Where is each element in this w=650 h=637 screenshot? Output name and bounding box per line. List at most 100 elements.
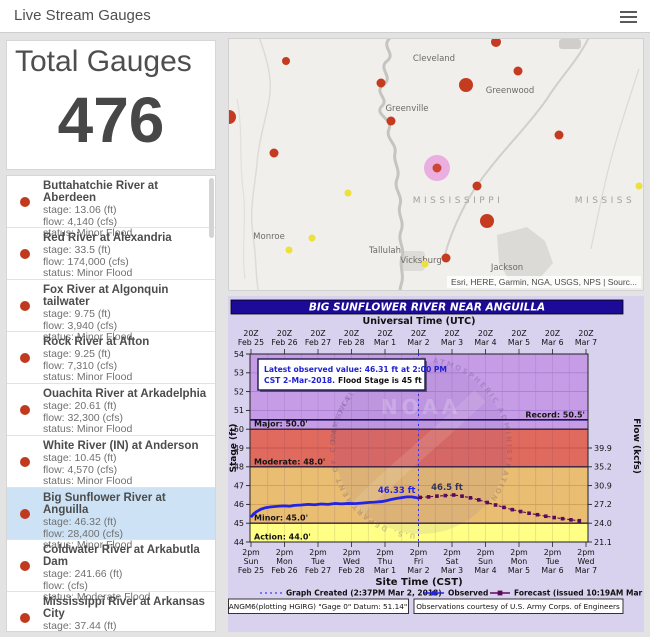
svg-text:Mar 7: Mar 7 [575, 338, 597, 347]
svg-text:Mar 6: Mar 6 [541, 566, 563, 575]
svg-text:20Z: 20Z [377, 329, 392, 338]
svg-text:Feb 25: Feb 25 [238, 338, 264, 347]
gauge-map-dot[interactable] [286, 247, 293, 254]
gauge-detail: stage: 46.32 (ft) [43, 517, 209, 529]
svg-text:20Z: 20Z [243, 329, 258, 338]
svg-text:2pm: 2pm [410, 548, 428, 557]
gauge-detail: stage: 9.25 (ft) [43, 349, 209, 361]
gauge-name: Big Sunflower River at Anguilla [43, 492, 209, 516]
state-label: MISSISSIPPI [413, 196, 504, 206]
basemap[interactable]: MISSISSIPPIMISSISSClevelandGreenwoodGree… [229, 39, 644, 291]
svg-text:53: 53 [234, 369, 244, 378]
svg-text:Mar 2: Mar 2 [407, 566, 429, 575]
svg-text:2pm: 2pm [443, 548, 461, 557]
city-label: Jackson [490, 263, 523, 273]
svg-text:46: 46 [234, 500, 244, 509]
svg-text:Sat: Sat [446, 557, 459, 566]
selected-gauge-dot[interactable] [433, 164, 442, 173]
svg-text:21.1: 21.1 [594, 538, 612, 547]
svg-text:51: 51 [234, 406, 244, 415]
point-label: 46.5 ft [431, 483, 463, 493]
gauge-map-dot[interactable] [270, 149, 279, 158]
svg-text:Feb 27: Feb 27 [305, 566, 331, 575]
hydrograph-chart: BIG SUNFLOWER RIVER NEAR ANGUILLAUnivers… [228, 296, 644, 632]
gauge-list: Buttahatchie River at Aberdeenstage: 13.… [6, 175, 216, 632]
map-panel[interactable]: MISSISSIPPIMISSISSClevelandGreenwoodGree… [228, 38, 644, 291]
app-header: Live Stream Gauges [0, 0, 650, 33]
gauge-status-dot [20, 249, 30, 259]
gauge-detail: stage: 33.5 (ft) [43, 245, 209, 257]
gauge-detail: stage: 10.45 (ft) [43, 453, 209, 465]
total-gauges-value: 476 [7, 83, 215, 157]
gauge-map-dot[interactable] [473, 182, 482, 191]
svg-text:2pm: 2pm [577, 548, 595, 557]
gauge-detail: stage: 241.66 (ft) [43, 569, 209, 581]
gauge-list-item[interactable]: White River (IN) at Andersonstage: 10.45… [7, 436, 215, 488]
gauge-map-dot[interactable] [345, 190, 352, 197]
svg-text:45: 45 [234, 519, 244, 528]
svg-text:Observations courtesy of U.S.: Observations courtesy of U.S. Army Corps… [416, 602, 620, 611]
svg-text:39.9: 39.9 [594, 444, 612, 453]
gauge-detail: status: Minor Flood [43, 372, 209, 384]
svg-text:Mar 6: Mar 6 [541, 338, 563, 347]
gauge-detail: stage: 37.44 (ft) [43, 621, 209, 632]
gauge-map-dot[interactable] [282, 57, 290, 65]
gauge-name: Ouachita River at Arkadelphia [43, 388, 209, 400]
svg-text:Mar 5: Mar 5 [508, 566, 530, 575]
svg-text:2pm: 2pm [544, 548, 562, 557]
svg-text:Site Time (CST): Site Time (CST) [375, 577, 462, 588]
svg-text:CST 2-Mar-2018.Flood Stage is: CST 2-Mar-2018.Flood Stage is 45 ft [264, 376, 422, 385]
svg-text:Mar 2: Mar 2 [407, 338, 429, 347]
svg-text:30.9: 30.9 [594, 481, 612, 490]
gauge-list-item[interactable]: Coldwater River at Arkabutla Damstage: 2… [7, 540, 215, 592]
hamburger-menu-icon[interactable] [620, 11, 637, 23]
city-label: Greenville [385, 104, 428, 114]
svg-text:Sun: Sun [244, 557, 259, 566]
svg-text:Forecast (issued 10:19AM Mar 2: Forecast (issued 10:19AM Mar 2) [514, 589, 644, 598]
gauge-list-item[interactable]: Mississippi River at Arkansas Citystage:… [7, 592, 215, 632]
svg-text:Observed: Observed [448, 589, 488, 598]
gauge-map-dot[interactable] [459, 78, 473, 92]
gauge-map-dot[interactable] [387, 117, 396, 126]
svg-text:BIG SUNFLOWER RIVER NEAR ANGUI: BIG SUNFLOWER RIVER NEAR ANGUILLA [309, 302, 545, 314]
gauge-map-dot[interactable] [514, 67, 523, 76]
gauge-list-item[interactable]: Fox River at Algonquin tailwaterstage: 9… [7, 280, 215, 332]
gauge-list-item[interactable]: Red River at Alexandriastage: 33.5 (ft)f… [7, 228, 215, 280]
svg-text:Mar 4: Mar 4 [474, 338, 496, 347]
svg-text:Stage (ft): Stage (ft) [229, 424, 239, 473]
gauge-status-dot [20, 405, 30, 415]
gauge-map-dot[interactable] [442, 254, 451, 263]
gauge-status-dot [20, 197, 30, 207]
svg-text:Latest observed value: 46.31 f: Latest observed value: 46.31 ft at 2:00 … [264, 365, 447, 374]
gauge-map-dot[interactable] [422, 261, 429, 268]
city-label: Tallulah [368, 246, 401, 256]
svg-text:52: 52 [234, 387, 244, 396]
svg-text:54: 54 [234, 350, 244, 359]
gauge-detail: status: Minor Flood [43, 424, 209, 436]
gauge-map-dot[interactable] [636, 183, 643, 190]
gauge-map-dot[interactable] [377, 79, 386, 88]
list-scrollbar[interactable] [209, 178, 214, 238]
gauge-map-dot[interactable] [555, 131, 564, 140]
gauge-name: Coldwater River at Arkabutla Dam [43, 544, 209, 568]
svg-text:Mar 1: Mar 1 [374, 338, 396, 347]
gauge-list-item[interactable]: Rock River at Aftonstage: 9.25 (ft)flow:… [7, 332, 215, 384]
svg-text:Thu: Thu [377, 557, 393, 566]
gauge-list-item[interactable]: Big Sunflower River at Anguillastage: 46… [7, 488, 215, 540]
gauge-map-dot[interactable] [309, 235, 316, 242]
svg-text:2pm: 2pm [343, 548, 361, 557]
svg-text:Fri: Fri [414, 557, 423, 566]
svg-text:Mon: Mon [276, 557, 292, 566]
gauge-rows: Buttahatchie River at Aberdeenstage: 13.… [7, 176, 215, 632]
map-attribution: Esri, HERE, Garmin, NGA, USGS, NPS | Sou… [447, 276, 641, 288]
gauge-list-item[interactable]: Buttahatchie River at Aberdeenstage: 13.… [7, 176, 215, 228]
svg-text:44: 44 [234, 538, 244, 547]
gauge-map-dot[interactable] [480, 214, 494, 228]
svg-text:Wed: Wed [578, 557, 595, 566]
zone-label: Action: 44.0' [254, 533, 311, 542]
gauge-list-item[interactable]: Ouachita River at Arkadelphiastage: 20.6… [7, 384, 215, 436]
gauge-name: Red River at Alexandria [43, 232, 209, 244]
svg-text:20Z: 20Z [444, 329, 459, 338]
state-label: MISSISS [575, 196, 635, 206]
svg-text:35.2: 35.2 [594, 463, 612, 472]
